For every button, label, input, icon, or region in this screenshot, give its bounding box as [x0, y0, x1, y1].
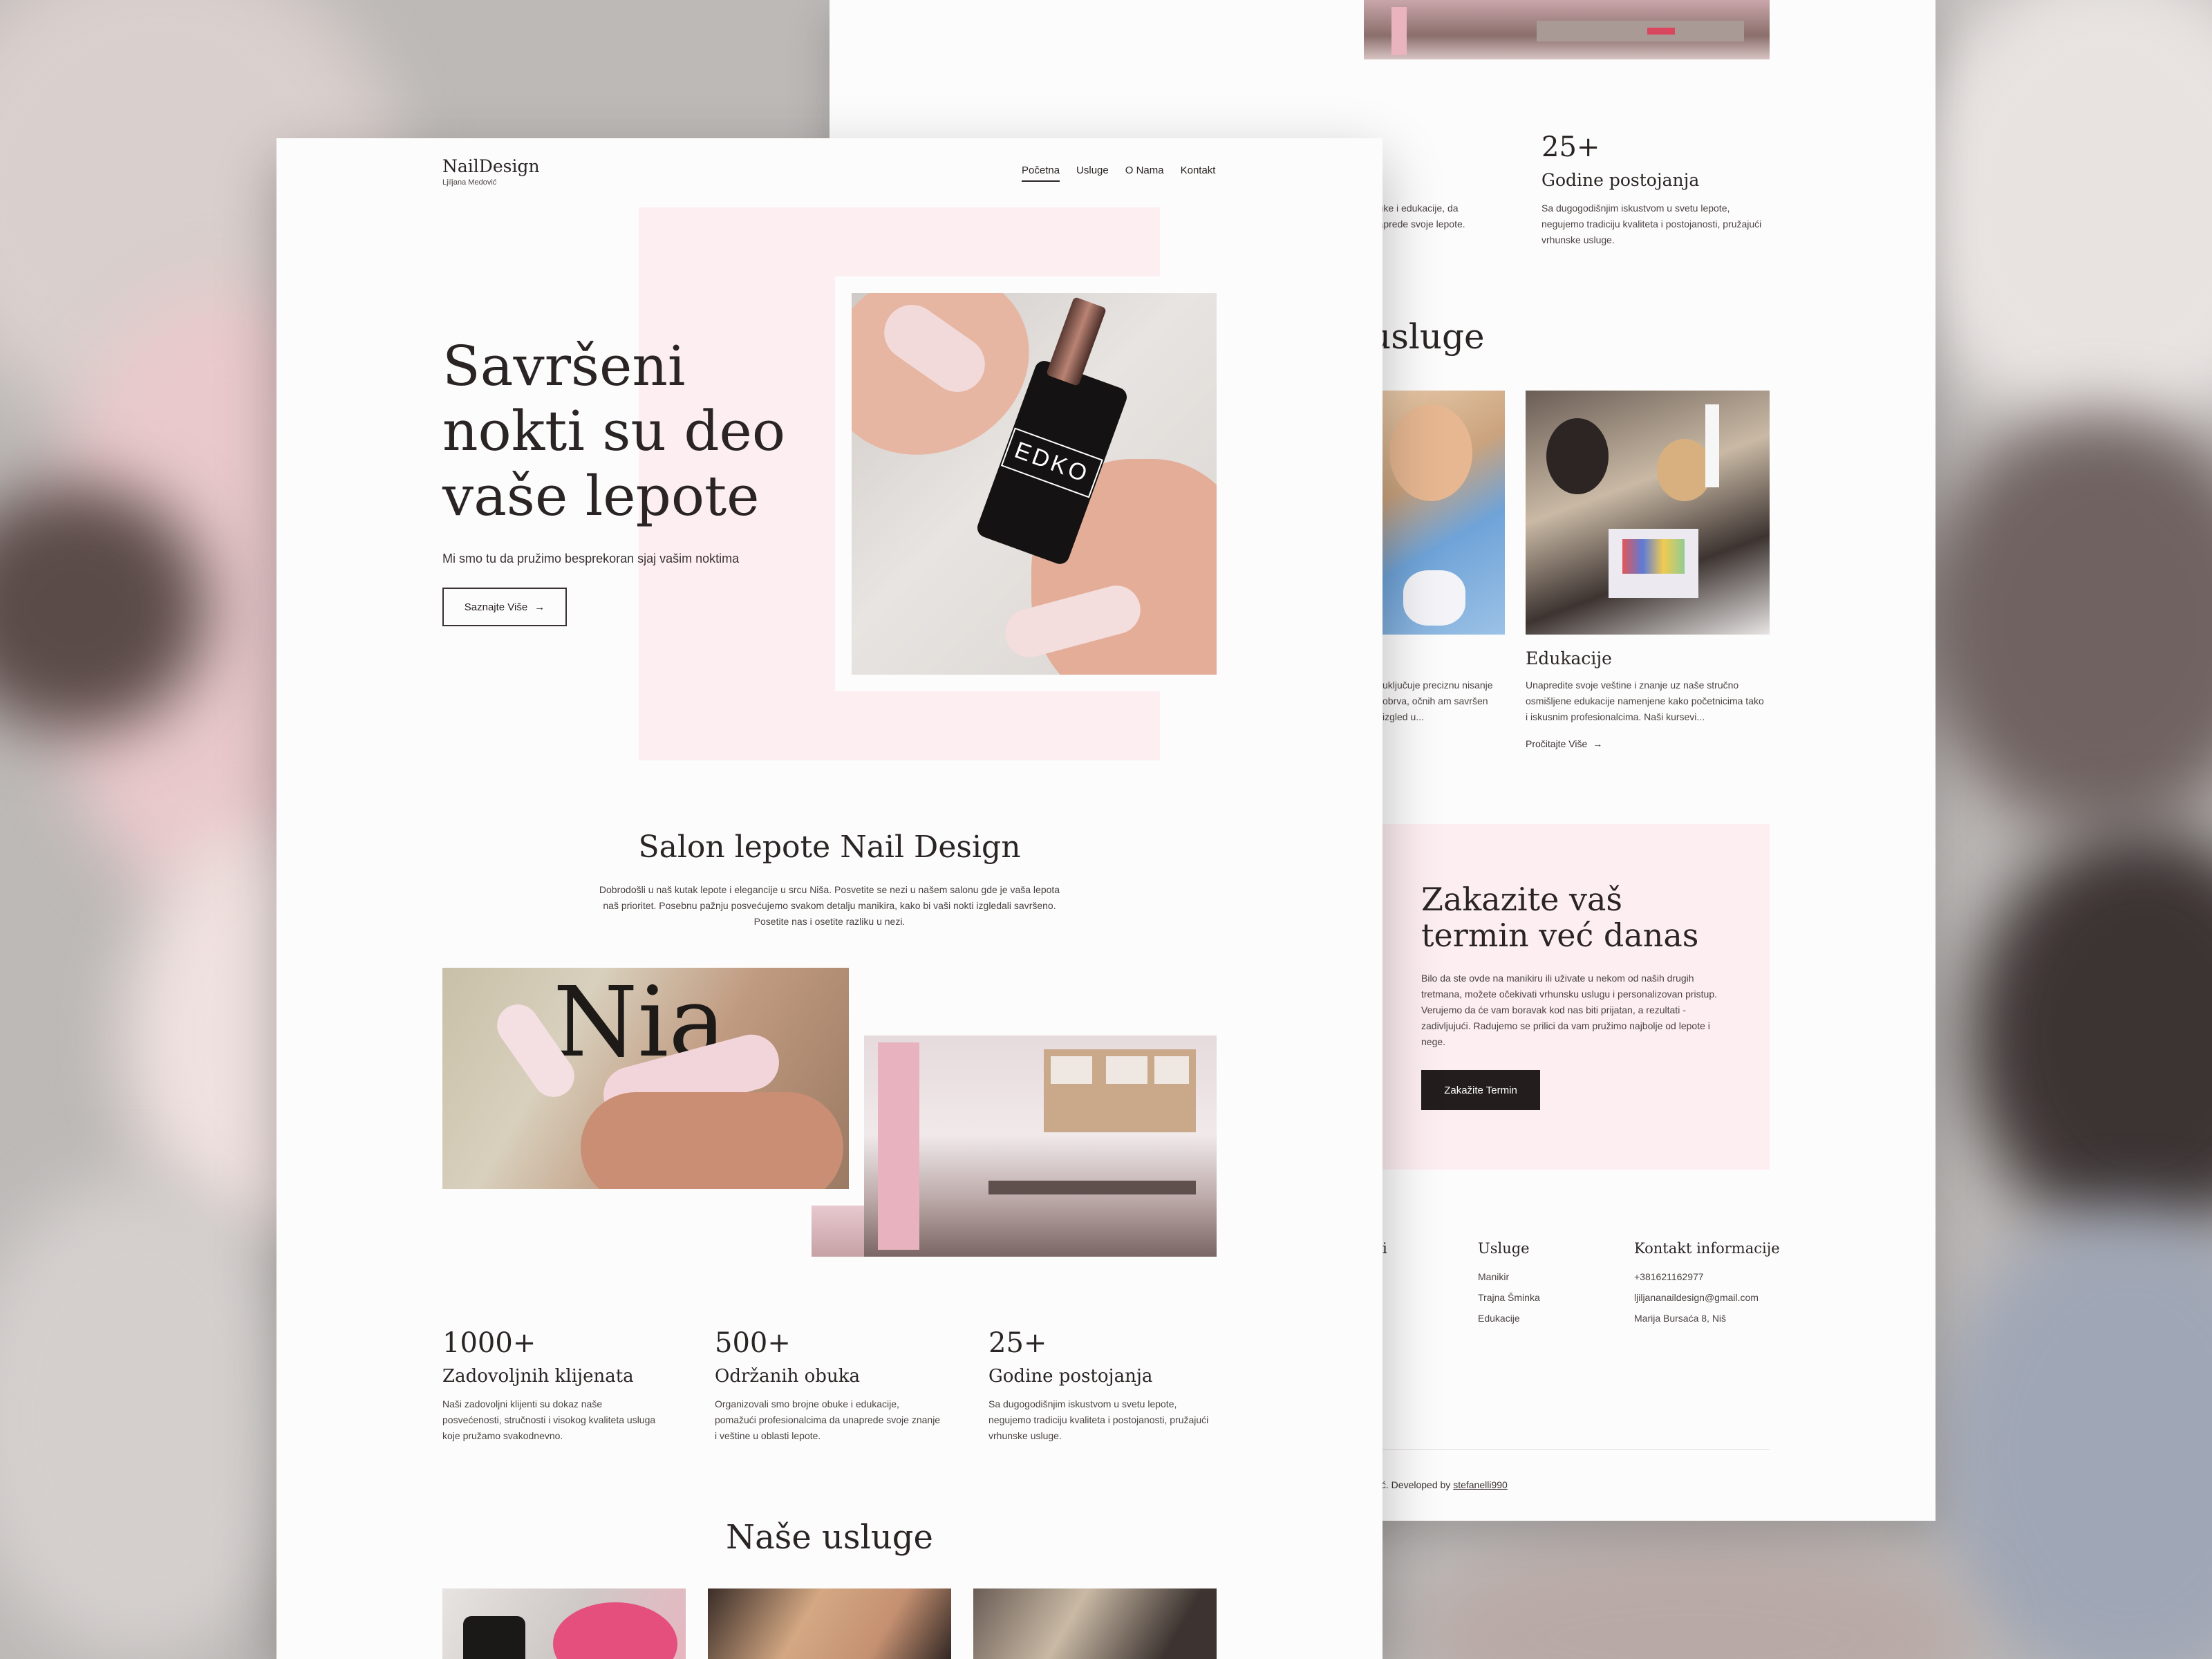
services-title: Naše usluge — [726, 1518, 933, 1557]
stat-text-clients: Naši zadovoljni klijenti su dokaz naše p… — [442, 1398, 656, 1442]
arrow-right-icon: → — [534, 601, 545, 613]
booking-card: Zakazite vaš termin već danas Bilo da st… — [1382, 824, 1770, 1170]
stat-text-years: Sa dugogodišnjim iskustvom u svetu lepot… — [988, 1398, 1209, 1442]
main-nav: Početna Usluge O Nama Kontakt — [1022, 165, 1215, 182]
booking-title-line1: Zakazite vaš — [1421, 881, 1622, 918]
brand-subtitle: Ljiljana Medović — [442, 178, 497, 187]
arrow-right-icon: → — [1593, 738, 1603, 749]
service-text-education: Unapredite svoje veštine i znanje uz naš… — [1526, 679, 1764, 723]
booking-title-line2: termin već danas — [1421, 917, 1699, 954]
hero-title-line1: Savršeni — [442, 334, 686, 398]
footer-col-partial: i — [1382, 1240, 1387, 1257]
brand-logo[interactable]: NailDesign — [442, 156, 540, 176]
nav-item-pocetna[interactable]: Početna — [1022, 165, 1060, 182]
footer-email[interactable]: ljiljananaildesign@gmail.com — [1634, 1290, 1759, 1306]
page-preview-front: NailDesign Ljiljana Medović Početna Uslu… — [276, 138, 1382, 1659]
stat-label-years: Godine postojanja — [988, 1366, 1153, 1387]
gallery-image-nails: Nia — [442, 968, 849, 1189]
hero-title-line2: nokti su deo — [442, 399, 786, 463]
footer-contact-title: Kontakt informacije — [1634, 1240, 1780, 1257]
stat-number-clients: 1000+ — [442, 1327, 536, 1359]
developer-link[interactable]: stefanelli990 — [1453, 1479, 1508, 1490]
stat-number-trainings: 500+ — [715, 1327, 791, 1359]
book-appointment-button[interactable]: Zakažite Termin — [1421, 1070, 1540, 1110]
gallery-image-frame — [849, 1023, 860, 1034]
gallery-image-salon-strip — [812, 1206, 864, 1257]
service-image-education-front — [973, 1588, 1217, 1659]
nav-item-usluge[interactable]: Usluge — [1076, 165, 1109, 182]
booking-text: Bilo da ste ovde na manikiru ili uživate… — [1421, 973, 1717, 1048]
read-more-link[interactable]: Pročitajte Više → — [1526, 738, 1602, 749]
nav-item-o-nama[interactable]: O Nama — [1125, 165, 1164, 182]
stat-label-clients: Zadovoljnih klijenata — [442, 1366, 634, 1387]
service-text-partial: uključuje preciznu nisanje obrva, očnih … — [1382, 679, 1493, 723]
stat-text: Sa dugogodišnjim iskustvom u svetu lepot… — [1541, 203, 1762, 246]
stat-text-trainings: Organizovali smo brojne obuke i edukacij… — [715, 1398, 941, 1442]
stat-number-years: 25+ — [988, 1327, 1047, 1359]
hero-title-line3: vaše lepote — [442, 464, 760, 528]
about-title: Salon lepote Nail Design — [638, 830, 1021, 865]
about-text: Dobrodošli u naš kutak lepote i eleganci… — [599, 884, 1060, 928]
product-label: EDKO — [1000, 427, 1104, 498]
hero-image-nails-polish: EDKO — [852, 293, 1217, 675]
nav-item-kontakt[interactable]: Kontakt — [1181, 165, 1216, 182]
services-title-partial: usluge — [1369, 317, 1485, 357]
footer-address: Marija Bursaća 8, Niš — [1634, 1313, 1727, 1324]
salon-interior-photo-top — [1364, 0, 1770, 59]
footer-services-title: Usluge — [1478, 1240, 1530, 1257]
stat-text-partial: obuke i edukacije, da unaprede svoje lep… — [1367, 203, 1465, 230]
stat-number: 25+ — [1541, 131, 1600, 163]
footer-divider — [1369, 1449, 1770, 1450]
service-image-permanent-makeup — [708, 1588, 951, 1659]
read-more-label: Pročitajte Više — [1526, 738, 1588, 749]
hero-subtitle: Mi smo tu da pružimo besprekoran sjaj va… — [442, 552, 740, 565]
footer-link-edukacije[interactable]: Edukacije — [1478, 1311, 1520, 1327]
stat-label: Godine postojanja — [1541, 170, 1700, 190]
footer-link-trajna-sminka[interactable]: Trajna Šminka — [1478, 1290, 1540, 1306]
gallery-image-salon — [864, 1035, 1217, 1257]
service-image-education — [1526, 391, 1770, 635]
learn-more-label: Saznajte Više — [464, 601, 528, 613]
stat-label-trainings: Održanih obuka — [715, 1366, 860, 1387]
footer-link-manikir[interactable]: Manikir — [1478, 1269, 1509, 1285]
footer-phone[interactable]: +381621162977 — [1634, 1269, 1704, 1285]
footer-credit: ović. Developed by stefanelli990 — [1369, 1479, 1508, 1490]
service-image-brows — [1382, 391, 1505, 635]
learn-more-button[interactable]: Saznajte Više → — [442, 588, 567, 626]
service-title-education: Edukacije — [1526, 648, 1612, 668]
service-image-manicure — [442, 1588, 686, 1659]
book-appointment-label: Zakažite Termin — [1444, 1084, 1517, 1096]
